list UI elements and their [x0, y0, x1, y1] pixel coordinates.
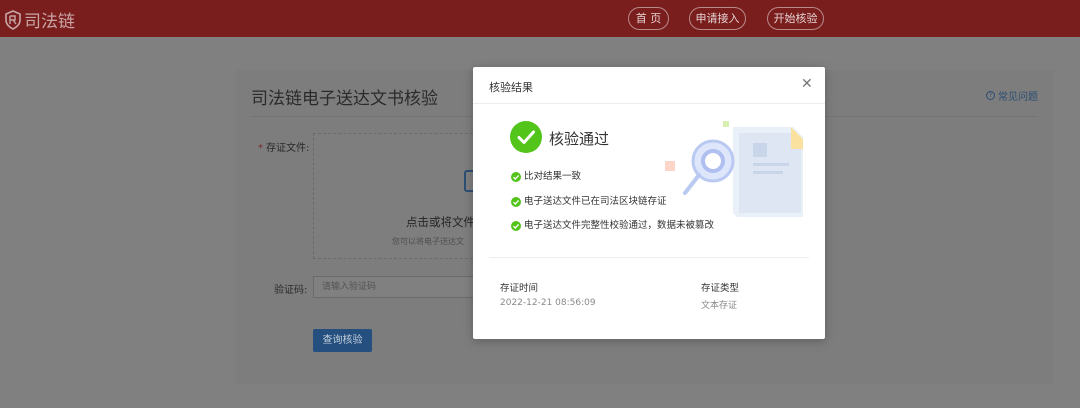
nav-home[interactable]: 首 页	[628, 7, 669, 30]
meta-label: 存证时间	[500, 283, 539, 294]
top-navbar: 司法链 首 页 申请接入 开始核验	[0, 0, 1080, 37]
document-search-illustration	[665, 121, 803, 217]
check-circle-icon	[511, 172, 521, 182]
logo[interactable]: 司法链	[4, 7, 75, 32]
question-icon: ?	[986, 91, 995, 100]
modal-divider	[489, 257, 809, 258]
shield-logo-icon	[5, 9, 21, 30]
modal-header: 核验结果 ✕	[473, 67, 825, 104]
result-status: 核验通过	[549, 130, 610, 148]
meta-value: 2022-12-21 08:56:09	[500, 298, 596, 308]
file-label: * 存证文件:	[258, 139, 309, 154]
modal-title: 核验结果	[489, 81, 533, 94]
check-item: 电子送达文件已在司法区块链存证	[511, 194, 667, 210]
page-title: 司法链电子送达文书核验	[251, 89, 438, 109]
close-icon[interactable]: ✕	[801, 77, 813, 91]
logo-text: 司法链	[24, 12, 75, 32]
success-check-icon	[510, 121, 542, 153]
nav-start-verify[interactable]: 开始核验	[767, 7, 824, 30]
meta-label: 存证类型	[701, 283, 740, 294]
meta-value: 文本存证	[701, 301, 738, 311]
dropzone-subtext: 您可以将电子送达文	[392, 237, 464, 246]
check-circle-icon	[511, 197, 521, 207]
required-star: *	[258, 143, 263, 154]
dropzone-text: 点击或将文件	[406, 215, 475, 229]
result-modal: 核验结果 ✕ 核验通过 比对结果一致 电子送达文件已在司法区块链存证 电子送达文…	[473, 67, 825, 339]
check-item: 比对结果一致	[511, 169, 581, 185]
check-item-text: 电子送达文件已在司法区块链存证	[524, 196, 667, 207]
faq-link[interactable]: ? 常见问题	[986, 88, 1038, 103]
nav-apply-access[interactable]: 申请接入	[689, 7, 746, 30]
code-label: 验证码:	[274, 285, 308, 296]
check-circle-icon	[511, 221, 521, 231]
verification-code-input[interactable]: 请输入验证码	[313, 276, 483, 298]
faq-label: 常见问题	[998, 92, 1038, 103]
check-item-text: 比对结果一致	[524, 171, 582, 182]
query-verify-button[interactable]: 查询核验	[313, 329, 372, 352]
file-label-text: 存证文件:	[266, 143, 310, 154]
